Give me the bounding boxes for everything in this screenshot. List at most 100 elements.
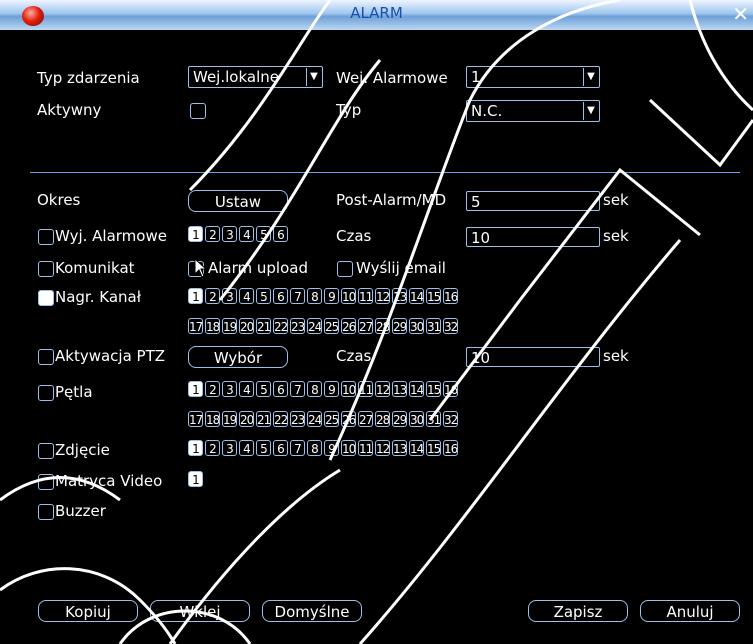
channel-toggle-22[interactable]: 22 [273,318,288,334]
channel-toggle-30[interactable]: 30 [409,318,424,334]
copy-button[interactable]: Kopiuj [38,600,138,622]
buzzer-checkbox[interactable] [38,504,54,520]
channel-toggle-3[interactable]: 3 [222,226,237,242]
channel-toggle-25[interactable]: 25 [324,318,339,334]
channel-toggle-4[interactable]: 4 [239,288,254,304]
channel-toggle-1[interactable]: 1 [188,440,203,456]
channel-toggle-13[interactable]: 13 [392,440,407,456]
channel-toggle-11[interactable]: 11 [358,381,373,397]
channel-toggle-14[interactable]: 14 [409,288,424,304]
channel-toggle-2[interactable]: 2 [205,381,220,397]
channel-toggle-4[interactable]: 4 [239,381,254,397]
channel-toggle-2[interactable]: 2 [205,440,220,456]
post-alarm-input[interactable]: 5 [466,191,600,211]
set-period-button[interactable]: Ustaw [188,190,288,212]
channel-toggle-9[interactable]: 9 [324,381,339,397]
video-matrix-checkbox[interactable] [38,474,54,490]
channel-toggle-6[interactable]: 6 [273,226,288,242]
channel-toggle-20[interactable]: 20 [239,411,254,427]
channel-toggle-23[interactable]: 23 [290,318,305,334]
channel-toggle-6[interactable]: 6 [273,381,288,397]
ptz-select-button[interactable]: Wybór [188,346,288,368]
cancel-button[interactable]: Anuluj [640,600,740,622]
channel-toggle-19[interactable]: 19 [222,318,237,334]
alarm-out-checkbox[interactable] [38,229,54,245]
channel-toggle-28[interactable]: 28 [375,411,390,427]
channel-toggle-1[interactable]: 1 [188,226,203,242]
chevron-down-icon[interactable]: ▼ [306,68,321,86]
channel-toggle-4[interactable]: 4 [239,226,254,242]
channel-toggle-31[interactable]: 31 [426,318,441,334]
default-button[interactable]: Domyślne [262,600,362,622]
channel-toggle-2[interactable]: 2 [205,288,220,304]
channel-toggle-13[interactable]: 13 [392,288,407,304]
channel-toggle-32[interactable]: 32 [443,318,458,334]
channel-toggle-18[interactable]: 18 [205,411,220,427]
channel-toggle-4[interactable]: 4 [239,440,254,456]
channel-toggle-7[interactable]: 7 [290,381,305,397]
channel-toggle-1[interactable]: 1 [188,471,203,487]
channel-toggle-30[interactable]: 30 [409,411,424,427]
channel-toggle-5[interactable]: 5 [256,381,271,397]
send-email-checkbox[interactable] [337,261,353,277]
channel-toggle-2[interactable]: 2 [205,226,220,242]
channel-toggle-11[interactable]: 11 [358,440,373,456]
channel-toggle-15[interactable]: 15 [426,440,441,456]
channel-toggle-20[interactable]: 20 [239,318,254,334]
record-channel-checkbox[interactable] [38,290,54,306]
channel-toggle-25[interactable]: 25 [324,411,339,427]
channel-toggle-29[interactable]: 29 [392,411,407,427]
paste-button[interactable]: Wklej [150,600,250,622]
channel-toggle-22[interactable]: 22 [273,411,288,427]
channel-toggle-7[interactable]: 7 [290,288,305,304]
channel-toggle-28[interactable]: 28 [375,318,390,334]
channel-toggle-26[interactable]: 26 [341,411,356,427]
channel-toggle-3[interactable]: 3 [222,288,237,304]
channel-toggle-17[interactable]: 17 [188,318,203,334]
channel-toggle-32[interactable]: 32 [443,411,458,427]
chevron-down-icon[interactable]: ▼ [583,102,598,120]
channel-toggle-8[interactable]: 8 [307,381,322,397]
channel-toggle-12[interactable]: 12 [375,288,390,304]
channel-toggle-21[interactable]: 21 [256,318,271,334]
channel-toggle-15[interactable]: 15 [426,381,441,397]
channel-toggle-14[interactable]: 14 [409,381,424,397]
channel-toggle-16[interactable]: 16 [443,381,458,397]
channel-toggle-15[interactable]: 15 [426,288,441,304]
channel-toggle-6[interactable]: 6 [273,288,288,304]
channel-toggle-14[interactable]: 14 [409,440,424,456]
channel-toggle-26[interactable]: 26 [341,318,356,334]
channel-toggle-8[interactable]: 8 [307,440,322,456]
channel-toggle-13[interactable]: 13 [392,381,407,397]
channel-toggle-9[interactable]: 9 [324,288,339,304]
channel-toggle-23[interactable]: 23 [290,411,305,427]
chevron-down-icon[interactable]: ▼ [583,68,598,86]
channel-toggle-12[interactable]: 12 [375,440,390,456]
channel-toggle-27[interactable]: 27 [358,411,373,427]
channel-toggle-5[interactable]: 5 [256,288,271,304]
channel-toggle-8[interactable]: 8 [307,288,322,304]
active-checkbox[interactable] [190,103,206,119]
message-checkbox[interactable] [38,261,54,277]
channel-toggle-5[interactable]: 5 [256,226,271,242]
channel-toggle-9[interactable]: 9 [324,440,339,456]
channel-toggle-21[interactable]: 21 [256,411,271,427]
channel-toggle-1[interactable]: 1 [188,381,203,397]
channel-toggle-29[interactable]: 29 [392,318,407,334]
event-type-dropdown[interactable]: Wej.lokalne ▼ [188,66,323,88]
channel-toggle-16[interactable]: 16 [443,440,458,456]
channel-toggle-10[interactable]: 10 [341,381,356,397]
save-button[interactable]: Zapisz [528,600,628,622]
channel-toggle-18[interactable]: 18 [205,318,220,334]
channel-toggle-10[interactable]: 10 [341,440,356,456]
close-icon[interactable]: ✕ [732,2,749,26]
snapshot-checkbox[interactable] [38,443,54,459]
channel-toggle-7[interactable]: 7 [290,440,305,456]
channel-toggle-1[interactable]: 1 [188,288,203,304]
channel-toggle-24[interactable]: 24 [307,318,322,334]
channel-toggle-27[interactable]: 27 [358,318,373,334]
channel-toggle-17[interactable]: 17 [188,411,203,427]
channel-toggle-12[interactable]: 12 [375,381,390,397]
alarm-input-dropdown[interactable]: 1 ▼ [466,66,600,88]
czas1-input[interactable]: 10 [466,227,600,247]
